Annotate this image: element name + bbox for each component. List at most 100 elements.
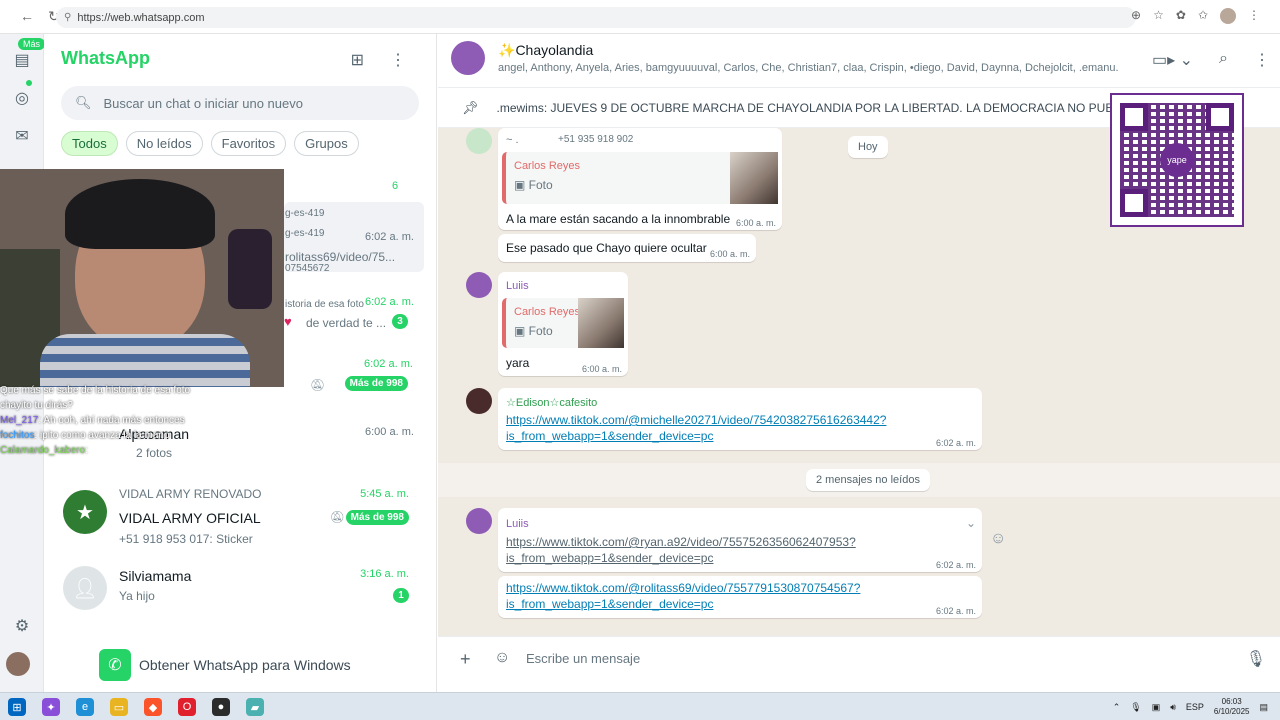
message-bubble[interactable]: ☆Edison☆cafesito https://www.tiktok.com/…: [498, 388, 982, 450]
archived-count: 6: [392, 180, 399, 192]
muted-icon: 🔕︎: [329, 510, 345, 524]
opera-icon[interactable]: O: [178, 698, 196, 716]
message-time: 6:02 a. m.: [935, 438, 976, 448]
message-bubble[interactable]: https://www.tiktok.com/@rolitass69/video…: [498, 576, 982, 618]
message-link[interactable]: is_from_webapp=1&sender_device=pc: [506, 596, 713, 612]
app-title: WhatsApp: [61, 48, 150, 68]
conversation-actions: ▭▸ ⌄ ⌕ ⋮: [1152, 50, 1270, 70]
extensions-icon[interactable]: ✿: [1176, 8, 1186, 24]
tray-chevron-icon[interactable]: ⌃: [1113, 702, 1121, 713]
get-whatsapp-link[interactable]: ✆ Obtener WhatsApp para Windows: [99, 649, 351, 681]
message-bubble[interactable]: Luiis https://www.tiktok.com/@ryan.a92/v…: [498, 508, 982, 572]
quoted-message[interactable]: Carlos Reyes ▣ Foto: [502, 152, 778, 204]
profile-avatar[interactable]: [6, 652, 30, 676]
chat-community: VIDAL ARMY RENOVADO: [119, 487, 262, 501]
video-call-icon[interactable]: ▭▸ ⌄: [1152, 50, 1193, 70]
emoji-icon[interactable]: ☺: [494, 649, 510, 667]
chats-icon[interactable]: ▤: [8, 46, 36, 74]
conversation-header[interactable]: ✨Chayolandia angel, Anthony, Anyela, Ari…: [438, 34, 1280, 88]
pin-icon: 📌︎: [462, 99, 479, 115]
unread-badge: 3: [392, 314, 408, 329]
network-icon[interactable]: ▣: [1152, 702, 1161, 713]
menu-icon[interactable]: ⋮: [390, 50, 406, 70]
filter-todos[interactable]: Todos: [61, 131, 118, 156]
settings-icon[interactable]: ⚙: [8, 612, 36, 640]
mic-icon[interactable]: 🎙︎: [1246, 649, 1266, 669]
search-icon[interactable]: ⌕: [1219, 50, 1228, 70]
address-bar[interactable]: ⚲ https://web.whatsapp.com: [56, 7, 1136, 28]
zoom-icon[interactable]: ⊕: [1131, 8, 1141, 24]
browser-toolbar: ← ↻ ⚲ https://web.whatsapp.com ⊕ ☆ ✿ ✩ ⋮: [0, 0, 1280, 34]
unread-badge: 1: [393, 588, 409, 603]
quoted-message[interactable]: Carlos Reyes ▣ Foto: [502, 298, 624, 348]
chat-preview: de verdad te ...: [306, 316, 387, 330]
peek-fragment: g-es-419: [285, 228, 325, 239]
status-icon[interactable]: ◎: [8, 84, 36, 112]
message-time: 6:02 a. m.: [935, 606, 976, 616]
sender-avatar[interactable]: [466, 388, 492, 414]
message-link[interactable]: is_from_webapp=1&sender_device=pc: [506, 550, 713, 566]
file-explorer-icon[interactable]: ▭: [110, 698, 128, 716]
search-input[interactable]: 🔍︎ Buscar un chat o iniciar uno nuevo: [61, 86, 419, 120]
chat-row-vidal-army[interactable]: ★ VIDAL ARMY RENOVADO VIDAL ARMY OFICIAL…: [44, 480, 437, 546]
sender-avatar[interactable]: [466, 508, 492, 534]
chat-time: 6:02 a. m.: [365, 296, 414, 308]
message-time: 6:02 a. m.: [935, 560, 976, 570]
sender-name: Luiis: [506, 518, 529, 530]
message-input[interactable]: Escribe un mensaje: [526, 651, 640, 666]
message-text: Ese pasado que Chayo quiere ocultar: [506, 241, 707, 255]
back-icon[interactable]: ←: [20, 8, 34, 25]
message-bubble[interactable]: Ese pasado que Chayo quiere ocultar 6:00…: [498, 234, 756, 262]
message-bubble[interactable]: Luiis Carlos Reyes ▣ Foto yara 6:00 a. m…: [498, 272, 628, 376]
chat-name: VIDAL ARMY OFICIAL: [119, 510, 261, 526]
filter-no-leidos[interactable]: No leídos: [125, 131, 203, 156]
stream-chat-overlay: Que más se sabe de la historia de esa fo…: [0, 383, 300, 458]
mic-icon[interactable]: 🎙︎: [1130, 702, 1141, 713]
streamer-hair: [65, 179, 215, 249]
group-members: angel, Anthony, Anyela, Aries, bamgyuuuu…: [498, 62, 1118, 74]
search-icon: 🔍︎: [75, 95, 92, 110]
message-link[interactable]: https://www.tiktok.com/@michelle20271/vi…: [506, 412, 886, 428]
new-chat-icon[interactable]: ⊞: [351, 50, 364, 70]
obs-icon[interactable]: ●: [212, 698, 230, 716]
start-icon[interactable]: ⊞: [8, 698, 26, 716]
favorites-icon[interactable]: ✩: [1198, 8, 1208, 24]
menu-icon[interactable]: ⋮: [1254, 50, 1270, 70]
filter-favoritos[interactable]: Favoritos: [210, 131, 287, 156]
copilot-icon[interactable]: ✦: [42, 698, 60, 716]
site-info-icon[interactable]: ⚲: [64, 12, 71, 23]
language-indicator[interactable]: ESP: [1186, 702, 1204, 712]
sender-avatar[interactable]: [466, 272, 492, 298]
react-emoji-icon[interactable]: ☺: [990, 530, 1006, 548]
group-avatar[interactable]: [451, 41, 485, 75]
filter-grupos[interactable]: Grupos: [294, 131, 359, 156]
message-bubble[interactable]: ~ . +51 935 918 902 Carlos Reyes ▣ Foto …: [498, 128, 782, 230]
brave-icon[interactable]: ◆: [144, 698, 162, 716]
profile-icon[interactable]: [1220, 8, 1236, 24]
notifications-icon[interactable]: ▤: [1259, 702, 1268, 713]
chat-row-silviamama[interactable]: 👤︎ Silviamama 3:16 a. m. Ya hijo 1: [44, 556, 437, 620]
message-link[interactable]: https://www.tiktok.com/@rolitass69/video…: [506, 580, 860, 596]
chevron-down-icon[interactable]: ⌄: [966, 516, 976, 530]
star-icon[interactable]: ☆: [1153, 8, 1164, 24]
unread-badge: Más de 998: [344, 376, 408, 391]
message-link[interactable]: is_from_webapp=1&sender_device=pc: [506, 428, 713, 444]
quote-author: Carlos Reyes: [514, 306, 581, 318]
menu-icon[interactable]: ⋮: [1248, 8, 1260, 24]
message-time: 6:00 a. m.: [709, 249, 750, 259]
sender-avatar[interactable]: [466, 128, 492, 154]
attach-icon[interactable]: +: [460, 649, 471, 670]
edge-icon[interactable]: e: [76, 698, 94, 716]
stream-chat-line: chayito tu dirás?: [0, 400, 73, 411]
background-speaker: [228, 229, 272, 309]
app-icon[interactable]: ▰: [246, 698, 264, 716]
message-link[interactable]: https://www.tiktok.com/@ryan.a92/video/7…: [506, 534, 856, 550]
default-avatar-icon: 👤︎: [63, 566, 107, 610]
volume-icon[interactable]: 🔊︎: [1170, 702, 1176, 713]
chat-time: 6:02 a. m.: [364, 358, 413, 370]
clock-time: 06:03: [1221, 697, 1242, 706]
clock[interactable]: 06:03 6/10/2025: [1214, 697, 1250, 717]
message-time: 6:00 a. m.: [581, 364, 622, 374]
channels-icon[interactable]: ✉: [8, 122, 36, 150]
stream-chat-line: Que más se sabe de la historia de esa fo…: [0, 385, 191, 396]
